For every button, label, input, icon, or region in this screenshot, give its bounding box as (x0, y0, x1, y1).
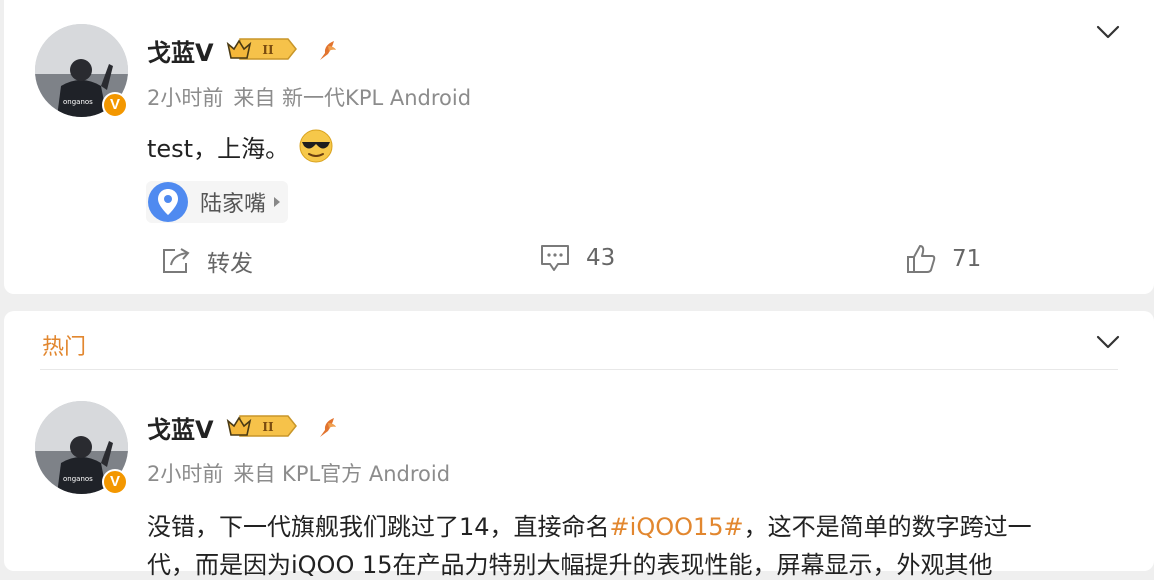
chevron-down-icon[interactable] (1096, 334, 1120, 350)
comment-count: 43 (586, 245, 616, 271)
author-name[interactable]: 戈蓝V (147, 410, 214, 445)
repost-button[interactable]: 转发 (161, 244, 253, 278)
post-meta: 2小时前 来自 新一代KPL Android (147, 82, 471, 112)
post-text: 没错，下一代旗舰我们跳过了14，直接命名#iQOO15#，这不是简单的数字跨过一 (147, 507, 1032, 542)
hashtag-link[interactable]: #iQOO15# (610, 513, 744, 541)
post-source: 来自 新一代KPL Android (233, 86, 472, 110)
location-tag[interactable]: 陆家嘴 (146, 181, 289, 223)
location-label: 陆家嘴 (200, 192, 267, 217)
divider (40, 369, 1118, 370)
author-name[interactable]: 戈蓝V (147, 33, 214, 68)
verified-badge-icon: V (102, 92, 128, 118)
hot-section-label: 热门 (42, 335, 87, 360)
level-badge-icon: II (226, 415, 297, 437)
comment-icon (541, 245, 569, 271)
thumbs-up-icon (907, 245, 936, 273)
caret-right-icon (274, 197, 281, 207)
location-pin-icon (148, 182, 188, 222)
post-time: 2小时前 (147, 462, 224, 486)
post-text-after-tag: ，这不是简单的数字跨过一 (743, 513, 1032, 541)
chevron-down-icon[interactable] (1096, 24, 1120, 40)
repost-icon (163, 248, 190, 273)
like-button[interactable]: 71 (906, 244, 981, 274)
fish-icon (320, 41, 336, 60)
level-numeral: II (262, 43, 274, 57)
repost-label: 转发 (207, 251, 253, 277)
svg-text:onganos: onganos (63, 475, 93, 483)
post-meta: 2小时前 来自 KPL官方 Android (147, 458, 450, 488)
post-text-content: test，上海。 (147, 135, 290, 163)
level-numeral: II (262, 420, 274, 434)
post-text: test，上海。 (147, 129, 333, 164)
comment-button[interactable]: 43 (540, 244, 615, 272)
like-count: 71 (952, 246, 982, 272)
verified-badge-icon: V (102, 469, 128, 495)
cool-emoji-icon (299, 129, 333, 163)
svg-text:onganos: onganos (63, 98, 93, 106)
post-card: onganos V 戈蓝V II 2小时前 来自 新一代KPL Android t… (4, 0, 1154, 294)
post-source: 来自 KPL官方 Android (233, 462, 451, 486)
post-text-before-tag: 没错，下一代旗舰我们跳过了14，直接命名 (147, 513, 610, 541)
hot-section-card: 热门 onganos V 戈蓝V II 2小时前 来自 KPL官方 Android… (4, 311, 1154, 579)
post-time: 2小时前 (147, 86, 224, 110)
fish-icon (320, 418, 336, 437)
level-badge-icon: II (226, 38, 297, 60)
post-text-line2: 代，而是因为iQOO 15在产品力特别大幅提升的表现性能，屏幕显示，外观其他 (147, 551, 993, 579)
